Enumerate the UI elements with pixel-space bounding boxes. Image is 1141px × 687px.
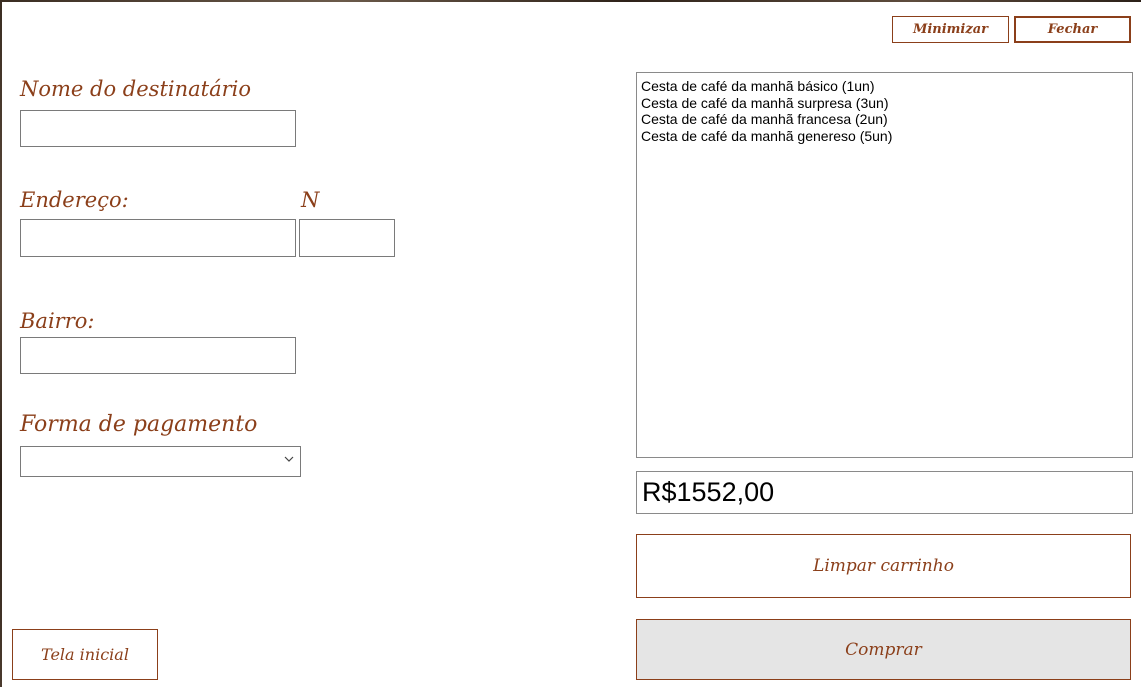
list-item[interactable]: Cesta de café da manhã surpresa (3un) (641, 95, 1128, 112)
address-input[interactable] (20, 219, 296, 257)
window-top-border (0, 0, 1141, 2)
list-item[interactable]: Cesta de café da manhã francesa (2un) (641, 111, 1128, 128)
list-item[interactable]: Cesta de café da manhã básico (1un) (641, 78, 1128, 95)
address-label: Endereço: (20, 188, 129, 212)
recipient-label: Nome do destinatário (20, 77, 251, 101)
clear-cart-button[interactable]: Limpar carrinho (636, 534, 1131, 598)
chevron-down-icon (284, 456, 294, 462)
buy-button[interactable]: Comprar (636, 619, 1131, 680)
payment-label: Forma de pagamento (20, 412, 258, 437)
cart-list[interactable]: Cesta de café da manhã básico (1un) Cest… (636, 72, 1133, 458)
minimize-button[interactable]: Minimizar (892, 16, 1009, 43)
payment-select[interactable] (20, 446, 301, 477)
neighborhood-input[interactable] (20, 337, 296, 374)
neighborhood-label: Bairro: (20, 309, 95, 333)
window-left-border (0, 0, 2, 687)
cart-total: R$1552,00 (636, 471, 1133, 514)
close-button[interactable]: Fechar (1014, 16, 1131, 43)
home-button[interactable]: Tela inicial (12, 629, 158, 680)
number-label: N (301, 188, 320, 212)
recipient-input[interactable] (20, 110, 296, 147)
list-item[interactable]: Cesta de café da manhã genereso (5un) (641, 128, 1128, 145)
number-input[interactable] (299, 219, 395, 257)
